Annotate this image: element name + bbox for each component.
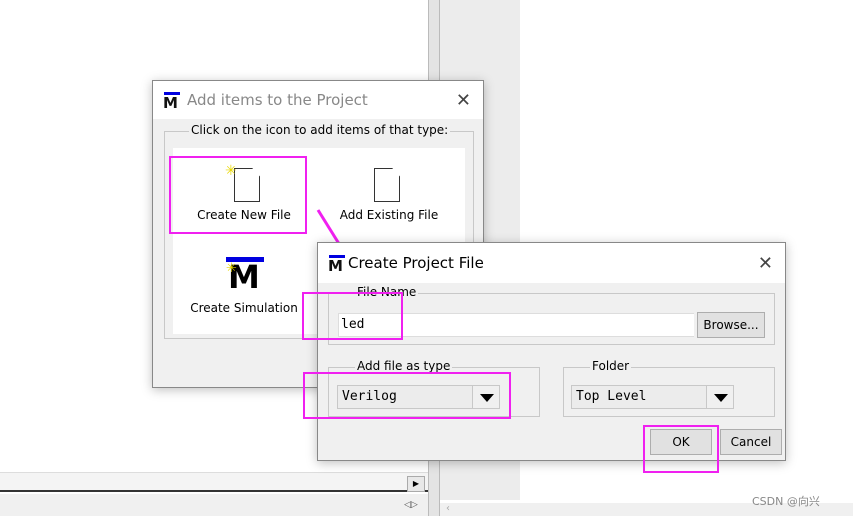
- highlight-create-new-file: [169, 156, 307, 234]
- modelsim-logo-icon: M: [163, 91, 181, 112]
- folder-dropdown-arrow[interactable]: [706, 385, 734, 409]
- folder-select[interactable]: Top Level: [571, 385, 707, 409]
- highlight-file-name: [302, 292, 403, 340]
- modelsim-logo-icon: M ✳: [226, 257, 264, 297]
- highlight-ok: [643, 425, 719, 473]
- browse-button[interactable]: Browse...: [697, 312, 765, 338]
- bottom-bar: [0, 494, 428, 516]
- highlight-file-type: [303, 372, 511, 419]
- cancel-button[interactable]: Cancel: [720, 429, 782, 455]
- dialog-title: Add items to the Project: [187, 91, 368, 109]
- watermark: CSDN @向兴: [752, 495, 820, 508]
- horizontal-scrollbar[interactable]: [0, 472, 428, 492]
- close-icon[interactable]: ✕: [758, 253, 773, 274]
- file-icon: [374, 168, 400, 202]
- scroll-left-right-buttons[interactable]: ◁▷: [404, 500, 426, 516]
- dialog-title: Create Project File: [348, 254, 484, 272]
- scroll-right-button[interactable]: ▶: [407, 476, 425, 492]
- modelsim-logo-icon: M: [328, 254, 346, 275]
- close-icon[interactable]: ✕: [456, 90, 471, 111]
